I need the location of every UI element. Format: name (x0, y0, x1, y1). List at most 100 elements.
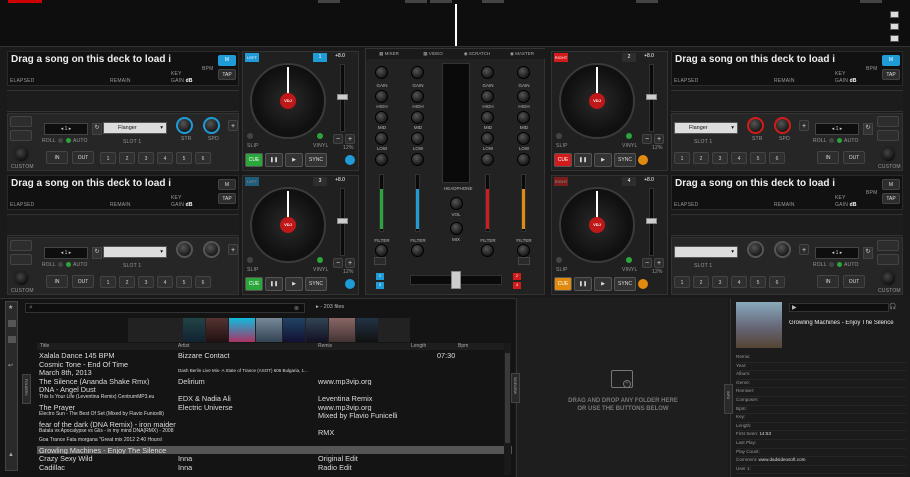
table-row[interactable]: ♫ The Silence (Ananda Shake Rmx) Deliriu… (37, 377, 512, 386)
back-icon[interactable]: ↩ (8, 362, 16, 369)
loop-toggle[interactable]: ↻ (863, 247, 873, 259)
deck-info[interactable]: Drag a song on this deck to load i ELAPS… (7, 175, 239, 210)
effect-add-button[interactable]: + (799, 120, 809, 131)
vinyl-led[interactable] (317, 257, 323, 263)
roll-led[interactable] (58, 138, 63, 143)
hotcue-pad-3[interactable]: 3 (138, 276, 154, 288)
eq-knob[interactable] (517, 132, 530, 145)
vinyl-led[interactable] (626, 133, 632, 139)
effect-spd-knob[interactable] (774, 117, 791, 134)
info-field[interactable]: Length: (736, 423, 906, 432)
auto-led[interactable] (837, 138, 842, 143)
top-tab[interactable] (430, 0, 452, 3)
effect-str-knob[interactable] (747, 117, 764, 134)
loop-size[interactable]: ◂ 1 ▸ (815, 123, 859, 135)
jog-wheel[interactable]: VDJ (559, 63, 635, 139)
jog-wheel[interactable]: VDJ (250, 187, 326, 263)
eq-knob[interactable] (517, 111, 530, 124)
key-lock-icon[interactable] (345, 155, 355, 165)
deck-number[interactable]: 1 (313, 53, 327, 62)
pitch-handle[interactable] (337, 94, 348, 100)
tab-mixer[interactable]: ▦ MIXER (368, 50, 410, 58)
key-lock-icon[interactable] (345, 279, 355, 289)
custom-button-2[interactable] (877, 254, 899, 265)
window-button[interactable] (890, 23, 899, 30)
headphone-icon[interactable] (518, 257, 530, 265)
sync-button[interactable]: SYNC (614, 153, 636, 167)
pause-button[interactable]: ❚❚ (574, 277, 592, 291)
col-remix[interactable]: Remix (318, 343, 332, 349)
eq-knob[interactable] (517, 90, 530, 103)
tap-button[interactable]: TAP (882, 69, 900, 80)
eq-knob[interactable] (375, 90, 388, 103)
effect-spd-knob[interactable] (203, 241, 220, 258)
hotcue-pad-2[interactable]: 2 (693, 276, 709, 288)
table-row[interactable]: ♫ Cadillac Inna Radio Edit (37, 463, 512, 472)
eq-knob[interactable] (411, 90, 424, 103)
pitch-minus-button[interactable]: − (642, 258, 652, 268)
loop-out-button[interactable]: OUT (72, 151, 94, 164)
loop-size[interactable]: ◂ 1 ▸ (44, 247, 88, 259)
col-title[interactable]: Title (40, 343, 49, 349)
auto-led[interactable] (66, 262, 71, 267)
slip-led[interactable] (556, 257, 562, 263)
effect-spd-knob[interactable] (774, 241, 791, 258)
col-artist[interactable]: Artist (178, 343, 189, 349)
effect-select[interactable]: ▾ (103, 246, 167, 258)
album-cover[interactable] (256, 318, 282, 342)
eq-knob[interactable] (375, 111, 388, 124)
roll-led[interactable] (58, 262, 63, 267)
loop-toggle[interactable]: ↻ (863, 123, 873, 135)
pitch-handle[interactable] (646, 218, 657, 224)
scrollbar-thumb[interactable] (505, 353, 510, 443)
deck-m-button[interactable]: M (882, 179, 900, 190)
cue-button[interactable]: CUE (245, 153, 263, 167)
eq-knob[interactable] (481, 153, 494, 166)
table-row[interactable]: ♫ DNA - Angel Dust (37, 385, 512, 394)
cue-button[interactable]: CUE (554, 277, 572, 291)
eq-knob[interactable] (481, 90, 494, 103)
custom-button-2[interactable] (10, 254, 32, 265)
effect-select[interactable]: ▾ (674, 246, 738, 258)
pitch-minus-button[interactable]: − (333, 258, 343, 268)
top-tab[interactable] (318, 0, 340, 3)
tab-master[interactable]: ◉ MASTER (500, 50, 544, 58)
deck-m-button[interactable]: M (882, 55, 900, 66)
loop-in-button[interactable]: IN (817, 275, 839, 288)
deck-waveform[interactable] (7, 90, 239, 112)
eq-knob[interactable] (375, 153, 388, 166)
top-tab[interactable] (860, 0, 882, 3)
pitch-plus-button[interactable]: + (654, 134, 664, 144)
album-cover[interactable] (329, 318, 355, 342)
hotcue-pad-3[interactable]: 3 (712, 152, 728, 164)
pitch-plus-button[interactable]: + (345, 258, 355, 268)
sync-button[interactable]: SYNC (614, 277, 636, 291)
info-field[interactable]: Play Count: (736, 449, 906, 458)
info-field[interactable]: Album: (736, 371, 906, 380)
info-field[interactable]: User 1: (736, 466, 906, 475)
loop-in-button[interactable]: IN (46, 275, 68, 288)
crossfader-assign-4[interactable]: 4 (513, 282, 521, 289)
hotcue-pad-5[interactable]: 5 (750, 152, 766, 164)
table-row[interactable]: ♫ fear of the dark (DNA Remix) - iron ma… (37, 420, 512, 429)
hotcue-pad-2[interactable]: 2 (119, 152, 135, 164)
list-icon[interactable] (8, 336, 16, 343)
effect-str-knob[interactable] (176, 241, 193, 258)
pitch-plus-button[interactable]: + (654, 258, 664, 268)
headphone-icon[interactable] (374, 257, 386, 265)
custom-button-1[interactable] (10, 116, 32, 127)
info-field[interactable]: Remixer: (736, 388, 906, 397)
loop-in-button[interactable]: IN (46, 151, 68, 164)
hotcue-pad-6[interactable]: 6 (195, 152, 211, 164)
crossfader-assign-1[interactable]: 1 (376, 273, 384, 280)
tap-button[interactable]: TAP (882, 193, 900, 204)
effect-str-knob[interactable] (176, 117, 193, 134)
tab-video[interactable]: ▦ VIDEO (412, 50, 454, 58)
custom-button-1[interactable] (877, 240, 899, 251)
hotcue-pad-1[interactable]: 1 (100, 152, 116, 164)
custom-knob[interactable] (13, 270, 30, 287)
deck-info[interactable]: Drag a song on this deck to load i ELAPS… (671, 51, 903, 86)
top-tab[interactable] (405, 0, 427, 3)
album-cover[interactable] (283, 318, 305, 342)
album-cover[interactable] (229, 318, 255, 342)
